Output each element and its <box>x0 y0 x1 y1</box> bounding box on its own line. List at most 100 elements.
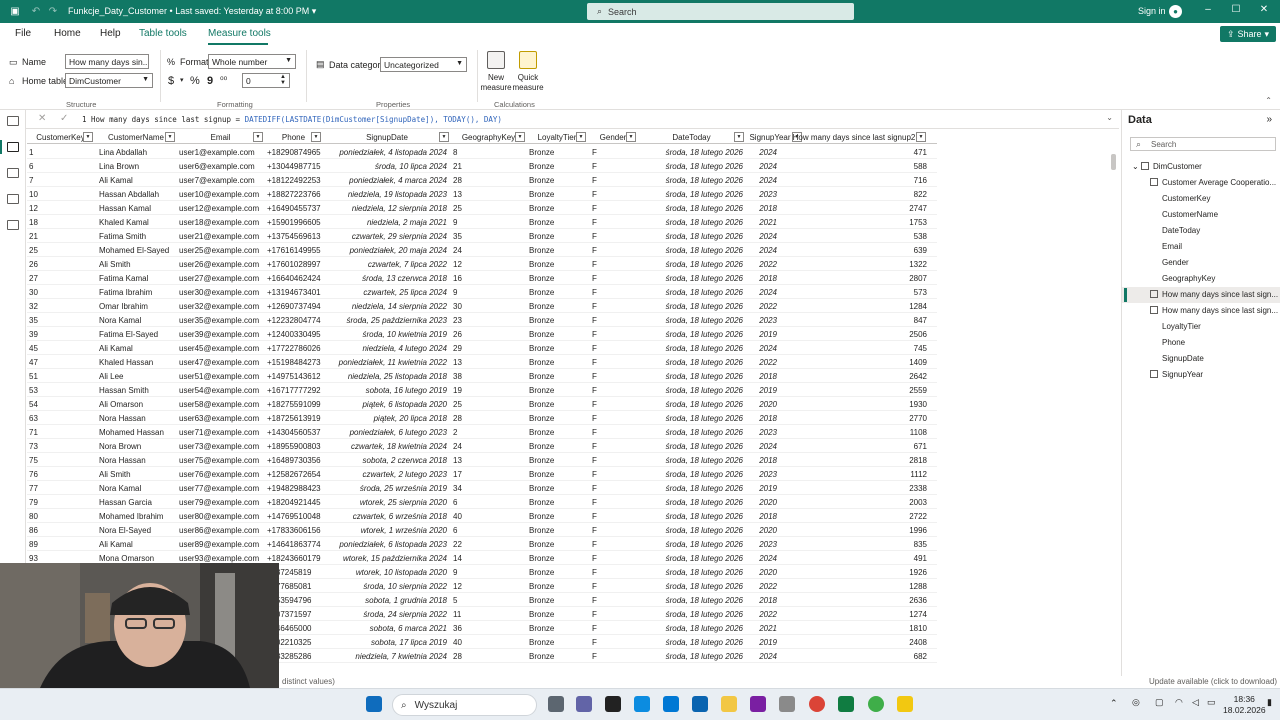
table-row[interactable]: 79 Hassan Garcia user79@example.com +182049… <box>27 495 937 509</box>
windows-start-icon[interactable] <box>366 696 382 712</box>
field-item[interactable]: How many days since last sign... <box>1150 306 1278 315</box>
minimize-icon[interactable]: – <box>1201 4 1215 18</box>
save-icon[interactable]: ▣ <box>8 4 22 18</box>
tab-file[interactable]: File <box>15 28 31 39</box>
share-button[interactable]: ⇪ Share ▾ <box>1220 26 1276 42</box>
field-item[interactable]: SignupDate <box>1162 354 1204 363</box>
task-view-icon[interactable] <box>548 696 564 712</box>
table-row[interactable]: 30 Fatima Ibrahim user30@example.com +13194… <box>27 285 937 299</box>
user-avatar-icon[interactable]: ● <box>1169 5 1182 18</box>
wifi-icon[interactable]: ◠ <box>1175 697 1183 708</box>
column-header[interactable]: Email ▼ <box>177 130 264 144</box>
collapse-ribbon-icon[interactable]: ⌃ <box>1265 96 1272 105</box>
window-title[interactable]: Funkcje_Daty_Customer • Last saved: Yest… <box>68 6 316 17</box>
table-node-dimcustomer[interactable]: ⌄ DimCustomer <box>1132 162 1202 171</box>
table-row[interactable]: 35 Nora Kamal user35@example.com +122328047… <box>27 313 937 327</box>
battery-icon[interactable]: ▭ <box>1207 697 1216 708</box>
tray-overflow-icon[interactable]: ⌃ <box>1110 698 1118 709</box>
field-item[interactable]: DateToday <box>1162 226 1200 235</box>
tab-measure-tools[interactable]: Measure tools <box>208 28 271 39</box>
table-row[interactable]: 89 Ali Kamal user89@example.com +1464186377… <box>27 537 937 551</box>
data-pane-search-input[interactable]: ⌕ Search <box>1130 137 1276 151</box>
table-row[interactable]: 77 Nora Kamal user77@example.com +194829884… <box>27 481 937 495</box>
tray-app-icon[interactable]: ▢ <box>1155 697 1164 708</box>
decimal-places-icon[interactable]: ⁰⁰ <box>220 75 227 86</box>
close-icon[interactable]: ✕ <box>1257 4 1271 18</box>
excel-icon[interactable] <box>838 696 854 712</box>
column-header[interactable]: GeographyKey ▼ <box>451 130 526 144</box>
column-header[interactable]: How many days since last signup2 ▼ <box>781 130 927 144</box>
edge-icon[interactable] <box>634 696 650 712</box>
new-measure-button[interactable]: New measure <box>479 51 513 93</box>
update-available-link[interactable]: Update available (click to download) <box>1149 677 1277 686</box>
app-icon[interactable] <box>779 696 795 712</box>
powerbi-icon[interactable] <box>897 696 913 712</box>
comma-style-button[interactable]: 9 <box>207 75 213 87</box>
field-item[interactable]: SignupYear <box>1150 370 1203 379</box>
chevron-down-icon[interactable]: ▾ <box>180 76 184 84</box>
column-header[interactable]: SignupDate ▼ <box>324 130 450 144</box>
field-item[interactable]: CustomerName <box>1162 210 1218 219</box>
table-row[interactable]: 76 Ali Smith user76@example.com +1258267265… <box>27 467 937 481</box>
filter-dropdown-icon[interactable]: ▼ <box>576 132 586 142</box>
table-row[interactable]: 21 Fatima Smith user21@example.com +1375456… <box>27 229 937 243</box>
table-row[interactable]: 12 Hassan Kamal user12@example.com +1649045… <box>27 201 937 215</box>
table-row[interactable]: 6 Lina Brown user6@example.com +13044987715… <box>27 159 937 173</box>
tray-app-icon[interactable]: ◎ <box>1132 697 1140 708</box>
tmdl-view-icon[interactable] <box>7 220 19 230</box>
home-table-select[interactable]: DimCustomer ▼ <box>65 73 153 88</box>
table-row[interactable]: 27 Fatima Kamal user27@example.com +1664046… <box>27 271 937 285</box>
table-row[interactable]: 7 Ali Kamal user7@example.com +18122492253 p… <box>27 173 937 187</box>
store-icon[interactable] <box>663 696 679 712</box>
collapse-pane-icon[interactable]: » <box>1266 114 1272 125</box>
data-category-select[interactable]: Uncategorized ▼ <box>380 57 467 72</box>
taskbar-search-box[interactable]: ⌕ Wyszukaj <box>392 694 537 716</box>
table-row[interactable]: 51 Ali Lee user51@example.com +14975143612 n… <box>27 369 937 383</box>
table-row[interactable]: 1 Lina Abdallah user1@example.com +18290874… <box>27 145 937 159</box>
table-row[interactable]: 10 Hassan Abdallah user10@example.com +1882… <box>27 187 937 201</box>
table-view-icon[interactable] <box>7 142 19 152</box>
dax-formula-text[interactable]: 1 How many days since last signup = DATE… <box>82 115 502 124</box>
quick-measure-button[interactable]: Quick measure <box>511 51 545 93</box>
table-row[interactable]: 75 Nora Hassan user75@example.com +16489730… <box>27 453 937 467</box>
dax-query-view-icon[interactable] <box>7 194 19 204</box>
column-header[interactable]: LoyaltyTier ▼ <box>527 130 587 144</box>
column-header[interactable]: Phone ▼ <box>265 130 322 144</box>
app-icon[interactable] <box>750 696 766 712</box>
model-view-icon[interactable] <box>7 168 19 178</box>
notifications-icon[interactable]: ▮ <box>1267 697 1272 708</box>
filter-dropdown-icon[interactable]: ▼ <box>626 132 636 142</box>
percent-button[interactable]: % <box>190 75 200 87</box>
table-row[interactable]: 73 Nora Brown user73@example.com +189559008… <box>27 439 937 453</box>
table-row[interactable]: 54 Ali Omarson user58@example.com +18275591… <box>27 397 937 411</box>
spinner-icon[interactable]: ▲ ▼ <box>280 74 286 86</box>
table-row[interactable]: 71 Mohamed Hassan user71@example.com +14304… <box>27 425 937 439</box>
app-icon[interactable] <box>868 696 884 712</box>
field-item[interactable]: Customer Average Cooperatio... <box>1150 178 1276 187</box>
table-row[interactable]: 45 Ali Kamal user45@example.com +1772278602… <box>27 341 937 355</box>
expand-formula-icon[interactable]: ⌄ <box>1106 113 1113 122</box>
table-row[interactable]: 32 Omar Ibrahim user32@example.com +1269073… <box>27 299 937 313</box>
tab-home[interactable]: Home <box>54 28 81 39</box>
table-row[interactable]: 26 Ali Smith user26@example.com +1760102899… <box>27 257 937 271</box>
field-item[interactable]: GeographyKey <box>1162 274 1215 283</box>
filter-dropdown-icon[interactable]: ▼ <box>83 132 93 142</box>
column-header[interactable]: CustomerKey ▼ <box>27 130 94 144</box>
table-row[interactable]: 18 Khaled Kamal user18@example.com +1590199… <box>27 215 937 229</box>
column-header[interactable]: DateToday ▼ <box>638 130 745 144</box>
report-view-icon[interactable] <box>7 116 19 126</box>
sign-in-link[interactable]: Sign in <box>1138 6 1166 16</box>
grid-scrollbar-thumb[interactable] <box>1111 154 1116 170</box>
undo-icon[interactable]: ↶ <box>29 4 43 18</box>
filter-dropdown-icon[interactable]: ▼ <box>515 132 525 142</box>
field-item[interactable]: Gender <box>1162 258 1189 267</box>
table-row[interactable]: 25 Mohamed El-Sayed user25@example.com +176… <box>27 243 937 257</box>
cancel-formula-icon[interactable]: ✕ <box>38 113 46 124</box>
filter-dropdown-icon[interactable]: ▼ <box>165 132 175 142</box>
formula-bar[interactable]: ✕ ✓ 1 How many days since last signup = … <box>26 110 1119 129</box>
maximize-icon[interactable]: ☐ <box>1229 4 1243 18</box>
teams-icon[interactable] <box>576 696 592 712</box>
tab-help[interactable]: Help <box>100 28 121 39</box>
table-row[interactable]: 80 Mohamed Ibrahim user80@example.com +1476… <box>27 509 937 523</box>
filter-dropdown-icon[interactable]: ▼ <box>253 132 263 142</box>
